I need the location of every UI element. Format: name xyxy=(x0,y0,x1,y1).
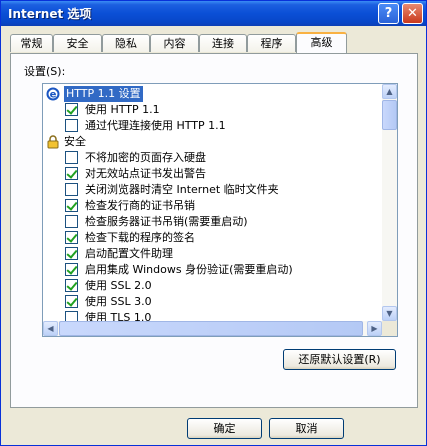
setting-label: 使用 TLS 1.0 xyxy=(85,311,152,321)
setting-label: 启动配置文件助理 xyxy=(85,247,173,260)
setting-label: 使用 SSL 2.0 xyxy=(85,279,152,292)
horizontal-scroll-thumb[interactable] xyxy=(59,321,363,336)
setting-checkbox[interactable] xyxy=(65,311,78,321)
setting-label: 检查发行商的证书吊销 xyxy=(85,199,195,212)
vertical-scroll-thumb[interactable] xyxy=(382,100,397,130)
setting-checkbox[interactable] xyxy=(65,231,78,244)
scroll-right-icon[interactable]: ▶ xyxy=(367,321,382,336)
setting-checkbox[interactable] xyxy=(65,103,78,116)
setting-label: 检查服务器证书吊销(需要重启动) xyxy=(85,215,248,228)
scroll-down-icon[interactable]: ▼ xyxy=(382,306,397,321)
cancel-button[interactable]: 取消 xyxy=(269,418,344,439)
setting-label: 使用 SSL 3.0 xyxy=(85,295,152,308)
group-header-label: 安全 xyxy=(64,135,86,148)
setting-checkbox[interactable] xyxy=(65,247,78,260)
tab-advanced[interactable]: 高级 xyxy=(296,32,347,53)
scroll-left-icon[interactable]: ◀ xyxy=(43,321,58,336)
setting-checkbox[interactable] xyxy=(65,279,78,292)
setting-label: 不将加密的页面存入硬盘 xyxy=(85,151,206,164)
vertical-scrollbar[interactable]: ▲ ▼ xyxy=(382,84,397,321)
setting-checkbox[interactable] xyxy=(65,119,78,132)
group-header-label: HTTP 1.1 设置 xyxy=(64,86,143,102)
close-button[interactable]: ✕ xyxy=(402,3,423,24)
setting-label: 使用 HTTP 1.1 xyxy=(85,103,160,116)
setting-checkbox[interactable] xyxy=(65,295,78,308)
scroll-up-icon[interactable]: ▲ xyxy=(382,84,397,99)
setting-label: 启用集成 Windows 身份验证(需要重启动) xyxy=(85,263,293,276)
internet-options-dialog: Internet 选项 ? ✕ 常规 安全 隐私 内容 连接 程序 高级 设置(… xyxy=(0,0,427,446)
restore-defaults-button[interactable]: 还原默认设置(R) xyxy=(283,349,396,370)
dialog-footer: 确定 取消 xyxy=(1,412,426,445)
ie-icon: e xyxy=(46,87,60,101)
setting-label: 通过代理连接使用 HTTP 1.1 xyxy=(85,119,226,132)
setting-label: 对无效站点证书发出警告 xyxy=(85,167,206,180)
ok-button[interactable]: 确定 xyxy=(187,418,262,439)
scrollbar-corner xyxy=(382,321,397,336)
horizontal-scrollbar[interactable]: ◀ ▶ xyxy=(43,321,382,336)
setting-checkbox[interactable] xyxy=(65,183,78,196)
setting-label: 关闭浏览器时清空 Internet 临时文件夹 xyxy=(85,183,279,196)
setting-checkbox[interactable] xyxy=(65,263,78,276)
setting-checkbox[interactable] xyxy=(65,167,78,180)
lock-icon xyxy=(46,135,60,149)
setting-checkbox[interactable] xyxy=(65,215,78,228)
setting-checkbox[interactable] xyxy=(65,151,78,164)
svg-text:e: e xyxy=(50,90,57,101)
setting-checkbox[interactable] xyxy=(65,199,78,212)
setting-label: 检查下载的程序的签名 xyxy=(85,231,195,244)
